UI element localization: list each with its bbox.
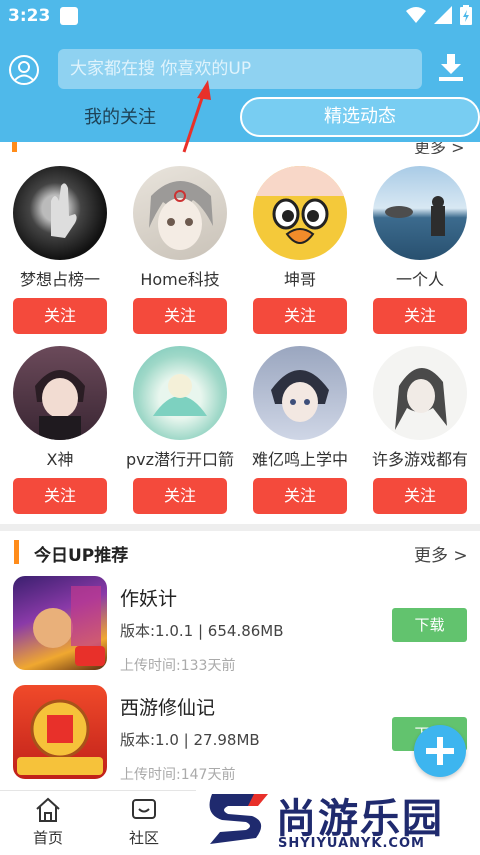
up-name: 难亿鸣上学中: [251, 450, 348, 469]
up-card[interactable]: 梦想占榜一 关注: [0, 166, 120, 334]
follow-button[interactable]: 关注: [373, 298, 467, 334]
watermark-url: SHYIYUANYK.COM: [278, 836, 425, 851]
plus-icon: [426, 737, 454, 765]
up-name: 梦想占榜一: [19, 270, 100, 289]
up-card[interactable]: X神 关注: [0, 346, 120, 514]
recommend-more-link[interactable]: 更多 >: [414, 541, 468, 566]
nav-home-label: 首页: [32, 829, 63, 847]
up-avatar[interactable]: [253, 166, 347, 260]
up-card[interactable]: 坤哥 关注: [240, 166, 360, 334]
up-name: 一个人: [395, 270, 444, 289]
up-name: 坤哥: [283, 270, 316, 289]
hand-icon: [51, 183, 77, 238]
up-card[interactable]: 难亿鸣上学中 关注: [240, 346, 360, 514]
follow-button[interactable]: 关注: [13, 478, 107, 514]
home-icon: [36, 797, 60, 822]
tab-my-follows[interactable]: 我的关注: [60, 96, 180, 140]
follow-button[interactable]: 关注: [133, 298, 227, 334]
search-input[interactable]: 大家都在搜 你喜欢的UP: [58, 49, 422, 89]
status-time: 3:23: [8, 6, 51, 26]
up-name: X神: [46, 450, 74, 469]
arrow-icon: [182, 80, 211, 153]
recommend-header: 今日UP推荐 更多 >: [0, 531, 480, 573]
up-card[interactable]: Home科技 关注: [120, 166, 240, 334]
nav-home[interactable]: 首页: [18, 797, 78, 848]
game-art-icon: [17, 699, 103, 775]
download-button[interactable]: 下载: [392, 608, 467, 642]
section-accent-bar: [12, 142, 17, 152]
recommend-title: 今日UP推荐: [34, 546, 129, 566]
app-meta: 版本:1.0.1 | 654.86MB: [120, 622, 284, 640]
up-name: 许多游戏都有: [371, 450, 468, 469]
battery-icon: [460, 5, 472, 25]
app-name: 作妖计: [120, 588, 178, 610]
header: 大家都在搜 你喜欢的UP 我的关注 精选动态: [0, 34, 480, 142]
app-icon[interactable]: [13, 576, 107, 670]
up-card[interactable]: 一个人 关注: [360, 166, 480, 334]
app-meta: 版本:1.0 | 27.98MB: [120, 731, 260, 749]
add-post-button[interactable]: [414, 725, 466, 777]
ink-portrait-icon: [395, 367, 447, 430]
follow-button[interactable]: 关注: [253, 478, 347, 514]
up-avatar[interactable]: [13, 346, 107, 440]
app-list-item[interactable]: 作妖计 版本:1.0.1 | 654.86MB 上传时间:133天前 下载: [0, 576, 480, 676]
seaside-photo-icon: [385, 196, 445, 236]
up-name: Home科技: [140, 270, 220, 289]
watermark-logo-icon: [209, 794, 268, 844]
app-upload-time: 上传时间:147天前: [120, 767, 236, 783]
up-avatar[interactable]: [13, 166, 107, 260]
follow-button[interactable]: 关注: [373, 478, 467, 514]
bird-face-icon: [253, 166, 347, 244]
status-bar: 3:23: [0, 0, 480, 34]
up-avatar[interactable]: [253, 346, 347, 440]
game-art-icon: [33, 586, 105, 666]
follow-button[interactable]: 关注: [13, 298, 107, 334]
up-card[interactable]: pvz潜行开口箭 关注: [120, 346, 240, 514]
up-avatar[interactable]: [373, 166, 467, 260]
up-card[interactable]: 许多游戏都有 关注: [360, 346, 480, 514]
plant-game-icon: [153, 374, 207, 416]
signal-icon: [434, 6, 452, 24]
user-profile-icon[interactable]: [8, 54, 40, 86]
anime-boy-icon: [35, 370, 85, 440]
notification-icon: [60, 7, 78, 25]
status-icons: [406, 5, 472, 25]
watermark: 尚游乐园 SHYIYUANYK.COM: [196, 786, 480, 855]
partial-more-link[interactable]: 更多 >: [414, 142, 465, 154]
section-divider: [0, 524, 480, 531]
download-icon[interactable]: [438, 54, 464, 82]
partial-section-header: 更多 >: [0, 142, 480, 154]
nav-community-label: 社区: [128, 829, 159, 847]
section-accent-bar: [14, 540, 19, 564]
app-name: 西游修仙记: [120, 697, 216, 719]
wifi-icon: [406, 7, 426, 23]
anime-face-icon: [149, 181, 213, 250]
app-icon[interactable]: [13, 685, 107, 779]
up-name: pvz潜行开口箭: [125, 450, 235, 469]
up-avatar[interactable]: [133, 346, 227, 440]
up-avatar[interactable]: [373, 346, 467, 440]
community-icon: [132, 799, 156, 819]
nav-community[interactable]: 社区: [114, 797, 174, 848]
up-avatar[interactable]: [133, 166, 227, 260]
tab-featured-posts[interactable]: 精选动态: [240, 97, 480, 137]
app-upload-time: 上传时间:133天前: [120, 658, 236, 674]
follow-button[interactable]: 关注: [133, 478, 227, 514]
follow-button[interactable]: 关注: [253, 298, 347, 334]
anime-boy-icon: [271, 370, 329, 422]
app-list-item[interactable]: 西游修仙记 版本:1.0 | 27.98MB 上传时间:147天前 下载: [0, 685, 480, 785]
